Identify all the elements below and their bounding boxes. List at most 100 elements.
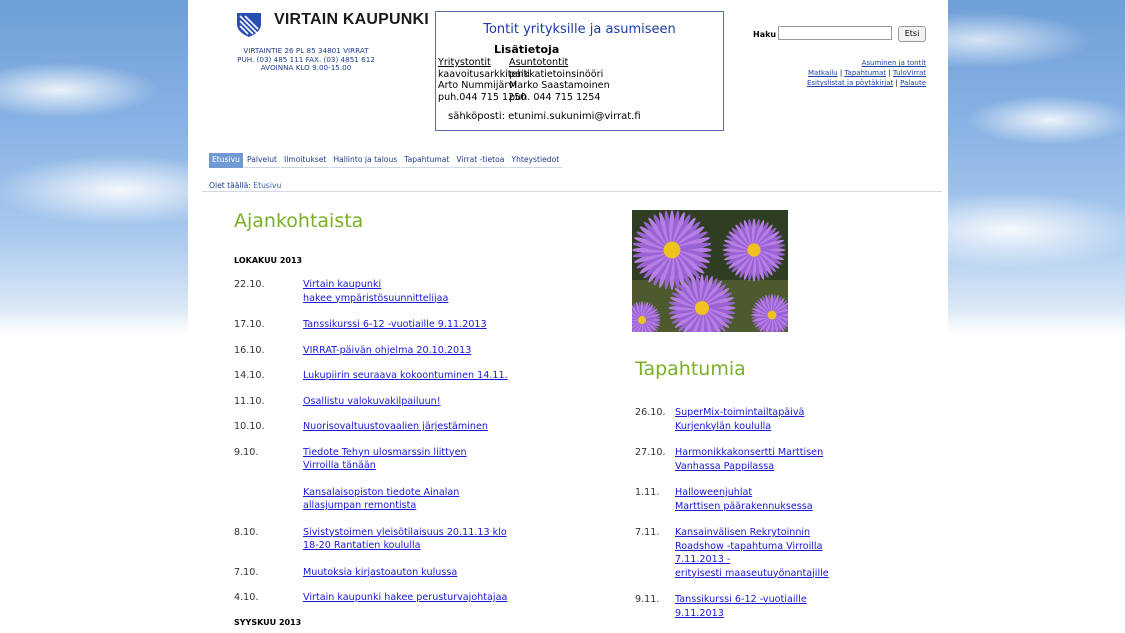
link-line: Vanhassa Pappilassa <box>675 460 775 472</box>
news-link[interactable]: Tiedote Tehyn ulosmarssin liittyen Virroi… <box>303 446 467 473</box>
news-link[interactable]: Sivistystoimen yleisötilaisuus 20.11.13 … <box>303 526 507 553</box>
news-item: 10.10. Nuorisovaltuustovaalien järjestämi… <box>234 420 554 434</box>
news-item: 14.10. Lukupiirin seuraava kokoontuminen … <box>234 369 554 383</box>
search-button[interactable]: Etsi <box>898 26 926 42</box>
news-link[interactable]: Virtain kaupunki hakee perusturvajohtaja… <box>303 591 507 605</box>
news-link[interactable]: Kansalaisopiston tiedote Ainalan allasjum… <box>303 486 459 513</box>
news-item: 4.10. Virtain kaupunki hakee perusturvajo… <box>234 591 554 605</box>
divider <box>202 191 942 192</box>
news-link[interactable]: Muutoksia kirjastoauton kulussa <box>303 566 457 580</box>
event-link[interactable]: SuperMix-toimintailtapäivä Kurjenkylän ko… <box>675 406 804 433</box>
link-line: Virroilla tänään <box>303 460 376 471</box>
link-line: Nuorisovaltuustovaalien järjestäminen <box>303 421 488 432</box>
link-line: 9.11.2013 <box>675 607 724 619</box>
news-item: 8.10. Sivistystoimen yleisötilaisuus 20.1… <box>234 526 554 553</box>
events-heading: Tapahtumia <box>635 358 746 380</box>
event-item: 7.11. Kansainvälisen Rekrytoinnin Roadshow… <box>635 526 895 580</box>
residential-plots-contact: Asuntotontit paikkatietoinsinööri Marko … <box>509 57 610 103</box>
search-label: Haku <box>753 30 777 39</box>
news-link[interactable]: Virtain kaupunki hakee ympäristösuunnitte… <box>303 278 448 305</box>
nav-item-tapahtumat[interactable]: Tapahtumat <box>401 153 453 168</box>
quick-links: Asuminen ja tontit Matkailu | Tapahtumat… <box>807 58 926 89</box>
promo-subtitle: Lisätietoja <box>494 43 560 56</box>
event-date: 9.11. <box>635 594 660 605</box>
link-line: VIRRAT-päivän ohjelma 20.10.2013 <box>303 344 472 356</box>
link-line: Kansalaisopiston tiedote Ainalan <box>303 486 460 498</box>
event-item: 27.10. Harmonikkakonsertti Marttisen Vanha… <box>635 446 895 473</box>
news-date: 9.10. <box>234 446 259 458</box>
link-line: erityisesti maaseutuyönantajille <box>675 567 829 579</box>
news-date: 22.10. <box>234 279 265 290</box>
link-line: Kurjenkylän koululla <box>675 420 772 432</box>
news-date <box>234 486 303 513</box>
promo-title[interactable]: Tontit yrityksille ja asumiseen <box>436 22 723 37</box>
quick-link-events[interactable]: Tapahtumat <box>844 69 886 77</box>
link-line: 18-20 Rantatien koululla <box>303 540 421 551</box>
link-line: Virtain kaupunki <box>303 279 382 290</box>
link-line: Lukupiirin seuraava kokoontuminen 14.11. <box>303 370 508 381</box>
news-date: 8.10. <box>234 526 259 538</box>
news-link[interactable]: Lukupiirin seuraava kokoontuminen 14.11. <box>303 369 508 383</box>
event-link[interactable]: Harmonikkakonsertti Marttisen Vanhassa Pa… <box>675 446 823 473</box>
breadcrumb-label: Olet täällä: <box>209 181 251 190</box>
news-month-next: SYYSKUU 2013 <box>234 618 302 627</box>
news-date: 7.10. <box>234 566 259 578</box>
news-item: 9.10. Tiedote Tehyn ulosmarssin liittyen V… <box>234 446 554 473</box>
event-date: 7.11. <box>635 527 660 538</box>
news-link[interactable]: Osallistu valokuvakilpailuun! <box>303 395 441 409</box>
link-line: SuperMix-toimintailtapäivä <box>675 407 805 418</box>
breadcrumb: Olet täällä: Etusivu <box>209 181 281 190</box>
event-date: 27.10. <box>635 447 666 458</box>
link-line: Muutoksia kirjastoauton kulussa <box>303 566 458 578</box>
opening-hours: AVOINNA KLO 9.00-15.00 <box>260 63 352 73</box>
news-date: 17.10. <box>234 319 265 330</box>
nav-item-palvelut[interactable]: Palvelut <box>243 153 281 168</box>
event-item: 9.11. Tanssikurssi 6-12 -vuotiaille 9.11.2… <box>635 593 895 620</box>
news-heading: Ajankohtaista <box>234 210 364 232</box>
event-date: 26.10. <box>635 407 666 418</box>
quick-link-feedback[interactable]: Palaute <box>900 79 926 87</box>
link-line: Roadshow -tapahtuma Virroilla <box>675 540 823 552</box>
nav-item-hallinto[interactable]: Hallinto ja talous <box>330 153 401 168</box>
news-link[interactable]: VIRRAT-päivän ohjelma 20.10.2013 <box>303 344 471 358</box>
news-link[interactable]: Nuorisovaltuustovaalien järjestäminen <box>303 420 488 434</box>
residential-plots-heading: Asuntotontit <box>509 57 569 68</box>
contact-address: VIRTAINTIE 26 PL 85 34801 VIRRAT PUH. (0… <box>208 46 404 73</box>
link-line: Osallistu valokuvakilpailuun! <box>303 395 441 407</box>
link-line: 7.11.2013 - <box>675 554 731 565</box>
nav-item-yhteystiedot[interactable]: Yhteystiedot <box>508 153 563 168</box>
link-line: allasjumpan remontista <box>303 500 417 511</box>
link-line: Harmonikkakonsertti Marttisen <box>675 447 824 458</box>
search-input[interactable] <box>778 26 892 40</box>
news-date: 11.10. <box>234 395 265 407</box>
event-link[interactable]: Halloweenjuhlat Marttisen päärakennuksess… <box>675 486 813 513</box>
contact-phone: puh. 044 715 1254 <box>509 91 601 103</box>
news-item: 17.10. Tanssikurssi 6-12 -vuotiaille 9.11… <box>234 318 554 332</box>
plots-promo-box[interactable]: Tontit yrityksille ja asumiseen Lisätiet… <box>435 11 724 131</box>
coat-of-arms-icon <box>237 13 261 37</box>
quick-link-tulovirrat[interactable]: TuloVirrat <box>893 69 926 77</box>
separator: | <box>895 79 898 88</box>
news-item: 16.10. VIRRAT-päivän ohjelma 20.10.2013 <box>234 344 554 358</box>
nav-item-virrat-tietoa[interactable]: Virrat -tietoa <box>453 153 508 168</box>
nav-item-etusivu[interactable]: Etusivu <box>209 153 243 168</box>
link-line: Kansainvälisen Rekrytoinnin <box>675 527 811 538</box>
events-list: 26.10. SuperMix-toimintailtapäivä Kurjenky… <box>635 406 895 633</box>
news-month: LOKAKUU 2013 <box>234 256 303 265</box>
event-item: 26.10. SuperMix-toimintailtapäivä Kurjenky… <box>635 406 895 433</box>
news-item: 7.10. Muutoksia kirjastoauton kulussa <box>234 566 554 580</box>
news-link[interactable]: Tanssikurssi 6-12 -vuotiaille 9.11.2013 <box>303 318 487 332</box>
contact-name: Marko Saastamoinen <box>509 80 610 91</box>
link-line: Halloweenjuhlat <box>675 487 753 498</box>
breadcrumb-current[interactable]: Etusivu <box>253 181 281 190</box>
nav-item-ilmoitukset[interactable]: Ilmoitukset <box>281 153 330 168</box>
aster-flowers-photo <box>632 210 788 332</box>
event-link[interactable]: Kansainvälisen Rekrytoinnin Roadshow -tap… <box>675 526 829 580</box>
quick-link-agendas[interactable]: Esityslistat ja pöytäkirjat <box>807 79 893 87</box>
quick-link-housing[interactable]: Asuminen ja tontit <box>862 59 926 67</box>
main-nav: Etusivu Palvelut Ilmoitukset Hallinto ja… <box>209 153 563 168</box>
separator: | <box>888 69 891 78</box>
event-link[interactable]: Tanssikurssi 6-12 -vuotiaille 9.11.2013 <box>675 593 807 620</box>
quick-link-tourism[interactable]: Matkailu <box>808 69 838 77</box>
site-brand[interactable]: VIRTAIN KAUPUNKI <box>274 11 429 29</box>
